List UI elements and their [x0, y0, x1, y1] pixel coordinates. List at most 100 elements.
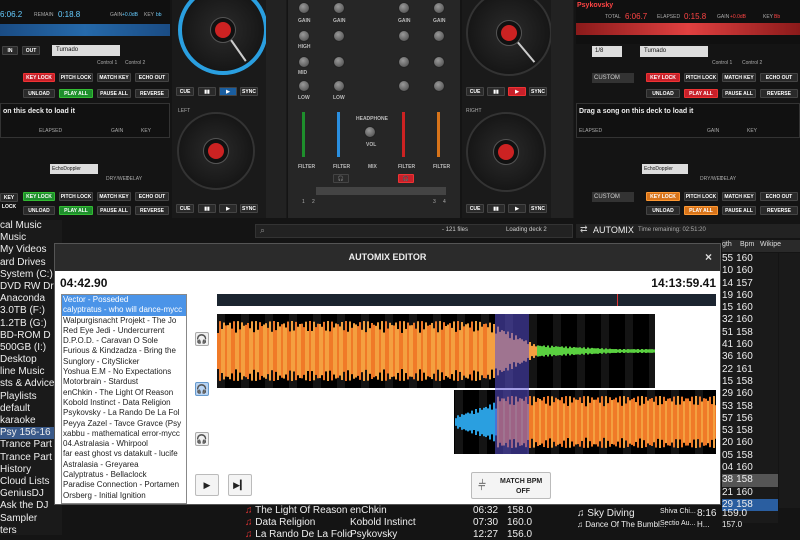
deck-d-unload[interactable]: UNLOAD	[646, 206, 680, 215]
browser-item[interactable]: line Music	[0, 366, 62, 378]
browser-item[interactable]: ters	[0, 525, 62, 537]
deck-a-waveform[interactable]	[0, 24, 170, 36]
deck-d-cue[interactable]: CUE	[466, 204, 484, 213]
channel-fader-4[interactable]	[437, 112, 440, 157]
mixer-knob[interactable]	[398, 30, 410, 42]
mixer-knob[interactable]	[433, 80, 445, 92]
playlist-item[interactable]: Vector - Posseded	[62, 295, 186, 306]
deck-c-sync[interactable]: SYNC	[240, 204, 258, 213]
playlist-item[interactable]: calyptratus - who will dance-mycc	[62, 305, 186, 316]
mixer-knob[interactable]	[398, 56, 410, 68]
playlist-item[interactable]: D.P.O.D. - Caravan O Sole	[62, 336, 186, 346]
playlist-item[interactable]: Yoshua E.M - No Expectations	[62, 367, 186, 377]
channel-1-select[interactable]: 1	[302, 199, 305, 205]
deck-d-sync[interactable]: SYNC	[529, 204, 547, 213]
browser-item[interactable]: Music	[0, 232, 62, 244]
deck-a-out-button[interactable]: OUT	[22, 46, 40, 55]
browser-item[interactable]: sts & Advice	[0, 378, 62, 390]
automix-bpm-list[interactable]: 55 160 10 160 14 157 19 160 15 160 32 160 51 158 41 160…	[722, 253, 778, 523]
play-button[interactable]: ▶	[195, 474, 219, 496]
automix-row[interactable]: 05 158	[722, 450, 778, 462]
deck-c-match-key[interactable]: MATCH KEY	[97, 192, 131, 201]
deck-a-unload[interactable]: UNLOAD	[23, 89, 55, 98]
headphone-icon[interactable]: 🎧	[195, 332, 209, 346]
playlist-item[interactable]: 04.Astralasia - Whirpool	[62, 439, 186, 449]
browser-item[interactable]: Playlists	[0, 391, 62, 403]
browser-item[interactable]: BD-ROM D	[0, 330, 62, 342]
automix-track-row[interactable]: ♫ Sky Diving Shiva Chi... 8:16 159.0	[577, 508, 747, 519]
playlist-item[interactable]: Furious & Kindzadza - Bring the	[62, 346, 186, 356]
mixer-knob[interactable]	[398, 80, 410, 92]
playlist-item[interactable]: Paradise Connection - Portamen	[62, 480, 186, 490]
automix-row[interactable]: 14 157	[722, 278, 778, 290]
mixer-knob[interactable]	[333, 30, 345, 42]
next-track-button[interactable]: ▶▎	[228, 474, 252, 496]
deck-b-waveform[interactable]	[576, 23, 800, 35]
mixer-knob[interactable]	[298, 56, 310, 68]
deck-d-pause[interactable]: ▮▮	[487, 204, 505, 213]
deck-a-key-lock[interactable]: KEY LOCK	[23, 73, 55, 82]
mixer-knob[interactable]	[333, 2, 345, 14]
deck-b-play-all[interactable]: PLAY ALL	[684, 89, 718, 98]
automix-row[interactable]: 38 158	[722, 474, 778, 487]
deck-b-effect-select[interactable]: Turnado	[640, 46, 708, 57]
search-bar[interactable]: ⌕ - 121 files Loading deck 2	[255, 224, 573, 238]
channel-fader-3[interactable]	[402, 112, 405, 157]
browser-item[interactable]: Trance Part	[0, 452, 62, 464]
deck-a-echo-out[interactable]: ECHO OUT	[135, 73, 169, 82]
deck-c-jogwheel[interactable]	[177, 112, 255, 190]
automix-row[interactable]: 36 160	[722, 351, 778, 363]
automix-row[interactable]: 15 160	[722, 302, 778, 314]
automix-row[interactable]: 51 158	[722, 327, 778, 339]
browser-item[interactable]: Desktop	[0, 354, 62, 366]
mixer-knob[interactable]	[398, 2, 410, 14]
playlist-item[interactable]: Peyya Zazel - Tavce Gravce (Psy	[62, 419, 186, 429]
automix-row[interactable]: 15 158	[722, 376, 778, 388]
deck-c-play-all[interactable]: PLAY ALL	[59, 206, 93, 215]
browser-item[interactable]: 500GB (I:)	[0, 342, 62, 354]
headphone-icon[interactable]: 🎧	[195, 382, 209, 396]
close-icon[interactable]: ×	[705, 244, 712, 271]
mixer-knob[interactable]	[433, 56, 445, 68]
playlist-item[interactable]: Astralasia - Greyarea	[62, 460, 186, 470]
deck-d-play[interactable]: ▶	[508, 204, 526, 213]
browser-item[interactable]: Trance Part	[0, 439, 62, 451]
deck-c-echo-out[interactable]: ECHO OUT	[135, 192, 169, 201]
mixer-knob[interactable]	[364, 126, 376, 138]
browser-item[interactable]: History	[0, 464, 62, 476]
channel-4-select[interactable]: 4	[443, 199, 446, 205]
deck-c-pitch-lock[interactable]: PITCH LOCK	[59, 192, 93, 201]
browser-item[interactable]: default	[0, 403, 62, 415]
deck-c-key-lock[interactable]: KEY LOCK	[0, 193, 18, 210]
deck-a-in-button[interactable]: IN	[2, 46, 18, 55]
channel-fader-2[interactable]	[337, 112, 340, 157]
deck-a-pause[interactable]: ▮▮	[198, 87, 216, 96]
playlist-item[interactable]: Orsberg - Initial Ignition	[62, 491, 186, 501]
deck-a-reverse[interactable]: REVERSE	[135, 89, 169, 98]
channel-2-select[interactable]: 2	[312, 199, 315, 205]
deck-d-key-lock[interactable]: KEY LOCK	[646, 192, 680, 201]
deck-a-effect-select[interactable]: Turnado	[52, 45, 120, 56]
match-bpm-button[interactable]: ⫩ MATCH BPM OFF	[471, 472, 551, 499]
waveform-track-1[interactable]	[217, 314, 716, 388]
playlist-item[interactable]: enChkin - The Light Of Reason	[62, 388, 186, 398]
deck-b-unload[interactable]: UNLOAD	[646, 89, 680, 98]
deck-a-pitch-lock[interactable]: PITCH LOCK	[59, 73, 93, 82]
deck-b-custom-select[interactable]: CUSTOM	[592, 73, 634, 83]
mixer-knob[interactable]	[433, 30, 445, 42]
playlist-item[interactable]: Walpurgisnacht Projekt - The Jo	[62, 316, 186, 326]
deck-b-pause-all[interactable]: PAUSE ALL	[722, 89, 756, 98]
mixer-knob[interactable]	[333, 80, 345, 92]
deck-d-pitch-lock[interactable]: PITCH LOCK	[684, 192, 718, 201]
deck-d-effect-select[interactable]: EchoDoppler	[642, 164, 688, 174]
deck-b-play[interactable]: ▶	[508, 87, 526, 96]
deck-c-reverse[interactable]: REVERSE	[135, 206, 169, 215]
column-wiki[interactable]: Wikipe	[760, 241, 781, 248]
deck-b-loop-select[interactable]: 1/8	[592, 46, 622, 57]
automix-scrollbar[interactable]	[779, 253, 800, 508]
browser-item[interactable]: GeniusDJ	[0, 488, 62, 500]
headphone-cue-2[interactable]: 🎧	[333, 174, 349, 183]
channel-3-select[interactable]: 3	[433, 199, 436, 205]
deck-c-pause-all[interactable]: PAUSE ALL	[97, 206, 131, 215]
deck-d-custom-select[interactable]: CUSTOM	[592, 192, 634, 202]
